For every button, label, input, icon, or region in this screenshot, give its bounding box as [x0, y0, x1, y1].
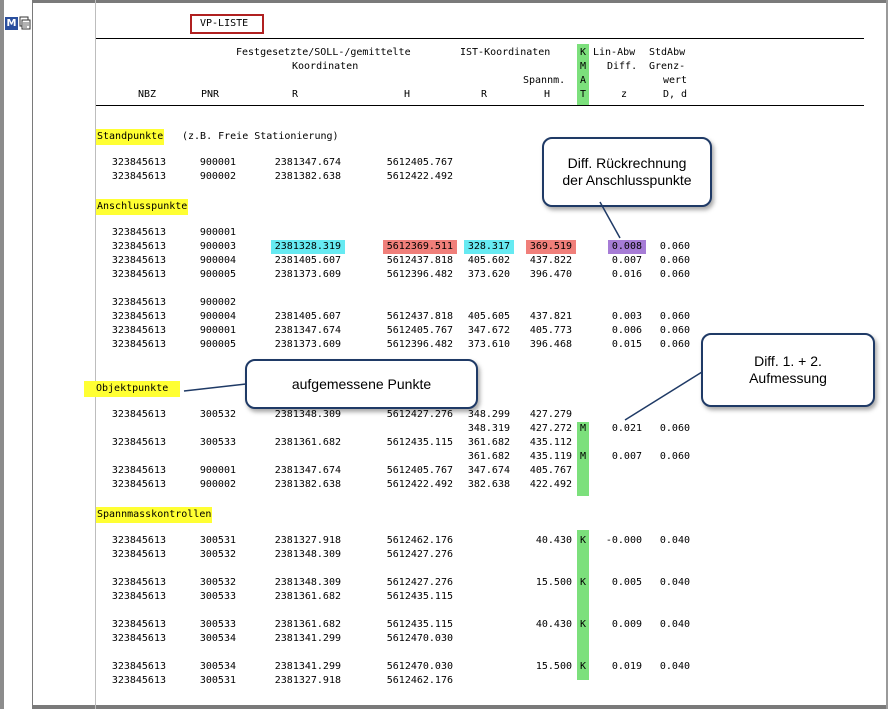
callout-connectors: [183, 201, 703, 421]
connector-aufmessung: [624, 371, 703, 421]
connector-rueckrechnung: [599, 201, 621, 239]
connector-aufgemessen: [183, 383, 247, 392]
